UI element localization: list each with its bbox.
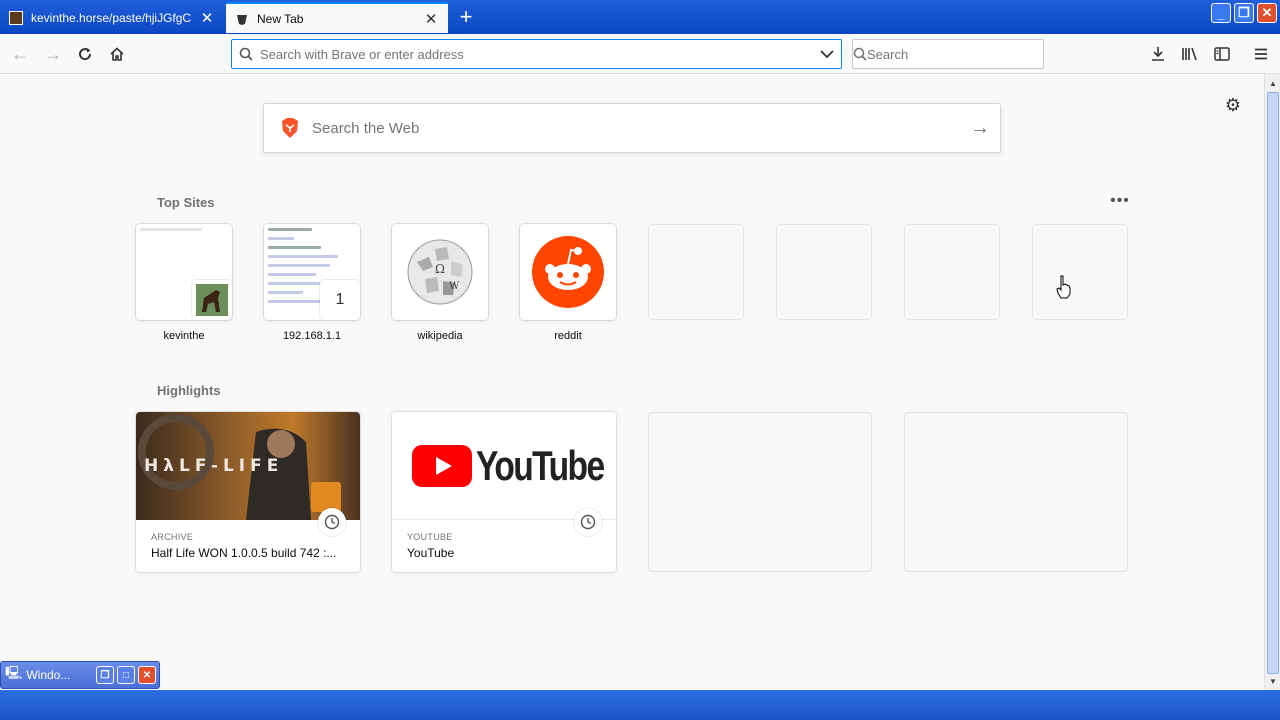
hamburger-menu-icon <box>1255 48 1267 60</box>
menu-button[interactable] <box>1247 40 1275 68</box>
empty-site-tile[interactable] <box>776 224 872 320</box>
search-input[interactable] <box>867 46 1043 62</box>
url-bar[interactable] <box>231 39 842 69</box>
top-site-kevinthe[interactable]: kevinthe <box>136 224 232 342</box>
top-site-empty[interactable] <box>776 224 872 320</box>
minimize-button[interactable]: _ <box>1211 3 1231 23</box>
youtube-thumbnail: YouTube <box>392 412 616 520</box>
highlight-card-empty <box>904 412 1128 572</box>
brave-favicon-icon <box>235 12 249 26</box>
top-site-empty[interactable] <box>1032 224 1128 320</box>
reload-icon <box>79 48 92 61</box>
horse-favicon-icon <box>192 280 232 320</box>
chevron-down-icon[interactable] <box>813 49 841 59</box>
youtube-play-icon <box>412 444 472 487</box>
empty-site-tile[interactable] <box>1032 224 1128 320</box>
vertical-scrollbar[interactable]: ▲ ▼ <box>1264 74 1280 690</box>
computer-icon: 🖳 <box>5 665 23 680</box>
search-bar[interactable] <box>852 39 1044 69</box>
site-name: wikipedia <box>417 330 463 342</box>
restore-button[interactable]: ❐ <box>1234 3 1254 23</box>
site-badge: 1 <box>320 280 360 320</box>
site-name: reddit <box>554 330 582 342</box>
clock-icon <box>318 508 346 536</box>
search-icon <box>853 47 867 61</box>
new-tab-button[interactable]: + <box>453 4 479 30</box>
close-window-button[interactable]: ✕ <box>1257 3 1277 23</box>
home-icon <box>110 47 124 61</box>
brave-logo-icon <box>278 116 302 140</box>
forward-button[interactable]: → <box>39 40 67 68</box>
minimized-window[interactable]: 🖳 Windo... ❐ □ ✕ <box>0 661 160 689</box>
nav-bar: ← → <box>0 34 1280 74</box>
arrow-right-icon[interactable]: → <box>960 117 1000 140</box>
site-tile[interactable] <box>520 224 616 320</box>
scrollbar-thumb[interactable] <box>1267 92 1279 674</box>
maximize-button[interactable]: □ <box>117 666 135 684</box>
download-icon <box>1152 47 1164 61</box>
library-icon <box>1182 47 1197 61</box>
tab-kevinthe[interactable]: kevinthe.horse/paste/hjiJGfgC ✕ <box>0 2 224 33</box>
tab-label: kevinthe.horse/paste/hjiJGfgC <box>31 10 192 25</box>
top-site-wikipedia[interactable]: Ω W wikipedia <box>392 224 488 342</box>
top-site-router[interactable]: 1 192.168.1.1 <box>264 224 360 342</box>
search-icon <box>232 47 260 61</box>
close-tab-icon[interactable]: ✕ <box>196 7 218 29</box>
tab-new-tab[interactable]: New Tab ✕ <box>226 2 448 33</box>
hand-cursor-icon <box>1056 275 1071 299</box>
clock-icon <box>574 508 602 536</box>
highlight-card-half-life[interactable]: HλLF-LIFE ARCHIVE Half Life WON 1.0.0.5 … <box>136 412 360 572</box>
close-button[interactable]: ✕ <box>138 666 156 684</box>
site-tile[interactable]: 1 <box>264 224 360 320</box>
highlights-title: Highlights <box>157 383 221 398</box>
highlight-title: Half Life WON 1.0.0.5 build 742 :... <box>151 546 337 560</box>
settings-gear-icon[interactable]: ⚙ <box>1222 94 1244 116</box>
scroll-down-icon[interactable]: ▼ <box>1267 674 1279 688</box>
new-tab-page: ⚙ → Top Sites ••• kevinthe 1 192.168.1.1 <box>0 75 1264 690</box>
highlight-title: YouTube <box>407 546 455 560</box>
reload-button[interactable] <box>71 40 99 68</box>
sidebar-button[interactable] <box>1208 40 1236 68</box>
thumbnail-text: HλLF-LIFE <box>144 456 284 476</box>
taskbar <box>0 690 1280 720</box>
reddit-logo-icon <box>532 236 604 308</box>
sidebar-icon <box>1214 47 1230 61</box>
close-tab-icon[interactable]: ✕ <box>420 8 442 30</box>
half-life-thumbnail: HλLF-LIFE <box>136 412 360 520</box>
site-name: 192.168.1.1 <box>282 330 342 342</box>
url-input[interactable] <box>260 46 813 62</box>
site-name: kevinthe <box>163 330 205 342</box>
site-tile[interactable]: Ω W <box>392 224 488 320</box>
tab-label: New Tab <box>257 11 304 26</box>
page-screenshot <box>140 228 228 237</box>
more-options-icon[interactable]: ••• <box>1108 192 1132 210</box>
youtube-wordmark: YouTube <box>476 441 605 489</box>
highlight-card-youtube[interactable]: YouTube YOUTUBE YouTube <box>392 412 616 572</box>
downloads-button[interactable] <box>1144 40 1172 68</box>
restore-button[interactable]: ❐ <box>96 666 114 684</box>
library-button[interactable] <box>1176 40 1204 68</box>
highlight-source: ARCHIVE <box>151 532 194 542</box>
top-sites-title: Top Sites <box>157 195 215 210</box>
horse-favicon-icon <box>9 10 23 25</box>
svg-text:Ω: Ω <box>435 262 445 276</box>
top-site-empty[interactable] <box>904 224 1000 320</box>
empty-site-tile[interactable] <box>904 224 1000 320</box>
highlight-source: YOUTUBE <box>407 532 453 542</box>
top-site-empty[interactable] <box>648 224 744 320</box>
title-bar: kevinthe.horse/paste/hjiJGfgC ✕ New Tab … <box>0 0 1280 34</box>
web-search-input[interactable] <box>312 119 960 137</box>
web-search-box[interactable]: → <box>263 103 1001 153</box>
highlight-card-empty <box>648 412 872 572</box>
empty-site-tile[interactable] <box>648 224 744 320</box>
home-button[interactable] <box>103 40 131 68</box>
wikipedia-globe-icon: Ω W <box>407 239 473 305</box>
top-site-reddit[interactable]: reddit <box>520 224 616 342</box>
minimized-window-label: Windo... <box>26 668 71 682</box>
back-button[interactable]: ← <box>6 40 34 68</box>
svg-text:W: W <box>449 281 460 292</box>
scroll-up-icon[interactable]: ▲ <box>1267 76 1279 90</box>
site-tile[interactable] <box>136 224 232 320</box>
